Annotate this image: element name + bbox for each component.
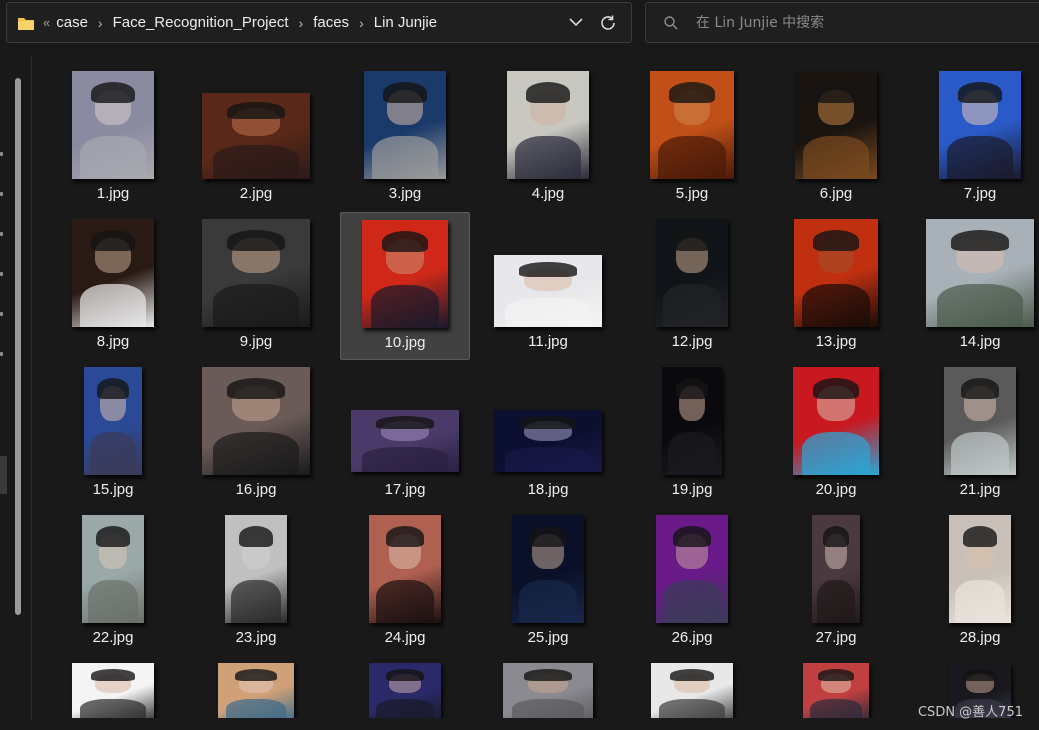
file-item[interactable]	[48, 656, 178, 718]
file-item[interactable]: 10.jpg	[340, 212, 470, 360]
file-item[interactable]: 8.jpg	[48, 212, 178, 360]
file-thumbnail[interactable]	[656, 219, 728, 327]
file-thumbnail[interactable]	[507, 71, 589, 179]
file-thumbnail[interactable]	[218, 663, 294, 718]
file-thumbnail[interactable]	[369, 515, 441, 623]
file-thumbnail[interactable]	[795, 71, 877, 179]
file-item[interactable]: 13.jpg	[771, 212, 901, 360]
file-item[interactable]	[627, 656, 757, 718]
file-name-label: 7.jpg	[963, 185, 997, 202]
file-thumbnail[interactable]	[72, 71, 154, 179]
file-item[interactable]: 7.jpg	[915, 64, 1039, 212]
file-name-label: 12.jpg	[671, 333, 713, 350]
file-name-label: 23.jpg	[235, 629, 277, 646]
file-thumbnail[interactable]	[662, 367, 722, 475]
file-item[interactable]	[340, 656, 470, 718]
file-thumbnail[interactable]	[793, 367, 879, 475]
file-thumbnail[interactable]	[494, 410, 602, 472]
file-name-label: 11.jpg	[528, 333, 568, 350]
file-thumbnail[interactable]	[72, 663, 154, 718]
file-thumbnail[interactable]	[944, 367, 1016, 475]
file-item[interactable]: 27.jpg	[771, 508, 901, 656]
file-thumbnail[interactable]	[351, 410, 459, 472]
file-thumbnail[interactable]	[656, 515, 728, 623]
file-name-label: 5.jpg	[675, 185, 709, 202]
file-thumbnail[interactable]	[369, 663, 441, 718]
file-thumbnail[interactable]	[503, 663, 593, 718]
file-thumbnail[interactable]	[202, 367, 310, 475]
file-item[interactable]: 4.jpg	[483, 64, 613, 212]
file-item[interactable]: 26.jpg	[627, 508, 757, 656]
file-name-label: 21.jpg	[959, 481, 1001, 498]
file-name-label: 10.jpg	[384, 334, 426, 351]
file-item[interactable]: 14.jpg	[915, 212, 1039, 360]
file-thumbnail[interactable]	[364, 71, 446, 179]
file-name-label: 20.jpg	[815, 481, 857, 498]
file-item[interactable]: 12.jpg	[627, 212, 757, 360]
file-name-label: 3.jpg	[388, 185, 422, 202]
file-item[interactable]: 16.jpg	[191, 360, 321, 508]
file-thumbnail[interactable]	[794, 219, 878, 327]
file-item[interactable]: 19.jpg	[627, 360, 757, 508]
file-thumbnail[interactable]	[72, 219, 154, 327]
file-item[interactable]: 18.jpg	[483, 360, 613, 508]
file-thumbnail[interactable]	[651, 663, 733, 718]
file-item[interactable]: 25.jpg	[483, 508, 613, 656]
file-item[interactable]: 15.jpg	[48, 360, 178, 508]
file-name-label: 24.jpg	[384, 629, 426, 646]
file-thumbnail[interactable]	[202, 93, 310, 179]
file-item[interactable]	[771, 656, 901, 718]
file-item[interactable]: 3.jpg	[340, 64, 470, 212]
file-thumbnail[interactable]	[82, 515, 144, 623]
file-thumbnail[interactable]	[512, 515, 584, 623]
file-name-label: 8.jpg	[96, 333, 130, 350]
file-item[interactable]: 9.jpg	[191, 212, 321, 360]
file-name-label: 9.jpg	[239, 333, 273, 350]
file-item[interactable]: 24.jpg	[340, 508, 470, 656]
file-name-label: 13.jpg	[815, 333, 857, 350]
file-item[interactable]	[191, 656, 321, 718]
file-item[interactable]: 11.jpg	[483, 212, 613, 360]
file-name-label: 15.jpg	[92, 481, 134, 498]
file-thumbnail[interactable]	[225, 515, 287, 623]
file-item[interactable]: 17.jpg	[340, 360, 470, 508]
file-item[interactable]: 28.jpg	[915, 508, 1039, 656]
watermark: CSDN @善人751	[917, 705, 1023, 720]
file-name-label: 2.jpg	[239, 185, 273, 202]
file-thumbnail[interactable]	[812, 515, 860, 623]
file-item[interactable]: 20.jpg	[771, 360, 901, 508]
file-item[interactable]: 23.jpg	[191, 508, 321, 656]
file-name-label: 17.jpg	[384, 481, 426, 498]
file-name-label: 6.jpg	[819, 185, 853, 202]
file-item[interactable]: 2.jpg	[191, 64, 321, 212]
file-name-label: 22.jpg	[92, 629, 134, 646]
file-item[interactable]: 21.jpg	[915, 360, 1039, 508]
file-thumbnail[interactable]	[84, 367, 142, 475]
file-item[interactable]: 22.jpg	[48, 508, 178, 656]
file-name-label: 18.jpg	[527, 481, 569, 498]
file-name-label: 4.jpg	[531, 185, 565, 202]
file-thumbnail[interactable]	[939, 71, 1021, 179]
file-item[interactable]: 1.jpg	[48, 64, 178, 212]
file-name-label: 26.jpg	[671, 629, 713, 646]
file-thumbnail[interactable]	[949, 515, 1011, 623]
file-thumbnail[interactable]	[650, 71, 734, 179]
file-thumbnail[interactable]	[202, 219, 310, 327]
file-item[interactable]: 6.jpg	[771, 64, 901, 212]
file-name-label: 16.jpg	[235, 481, 277, 498]
file-grid[interactable]: 1.jpg 2.jpg 3.jpg 4.jpg 5.jpg 6.jpg 7.jpg 8.jpg…	[0, 0, 1039, 720]
file-thumbnail[interactable]	[362, 220, 448, 328]
file-name-label: 28.jpg	[959, 629, 1001, 646]
file-name-label: 25.jpg	[527, 629, 569, 646]
file-name-label: 1.jpg	[96, 185, 130, 202]
file-item[interactable]: 5.jpg	[627, 64, 757, 212]
file-thumbnail[interactable]	[926, 219, 1034, 327]
file-thumbnail[interactable]	[494, 255, 602, 327]
file-item[interactable]	[483, 656, 613, 718]
file-name-label: 19.jpg	[671, 481, 713, 498]
file-name-label: 27.jpg	[815, 629, 857, 646]
file-thumbnail[interactable]	[803, 663, 869, 718]
file-name-label: 14.jpg	[959, 333, 1001, 350]
